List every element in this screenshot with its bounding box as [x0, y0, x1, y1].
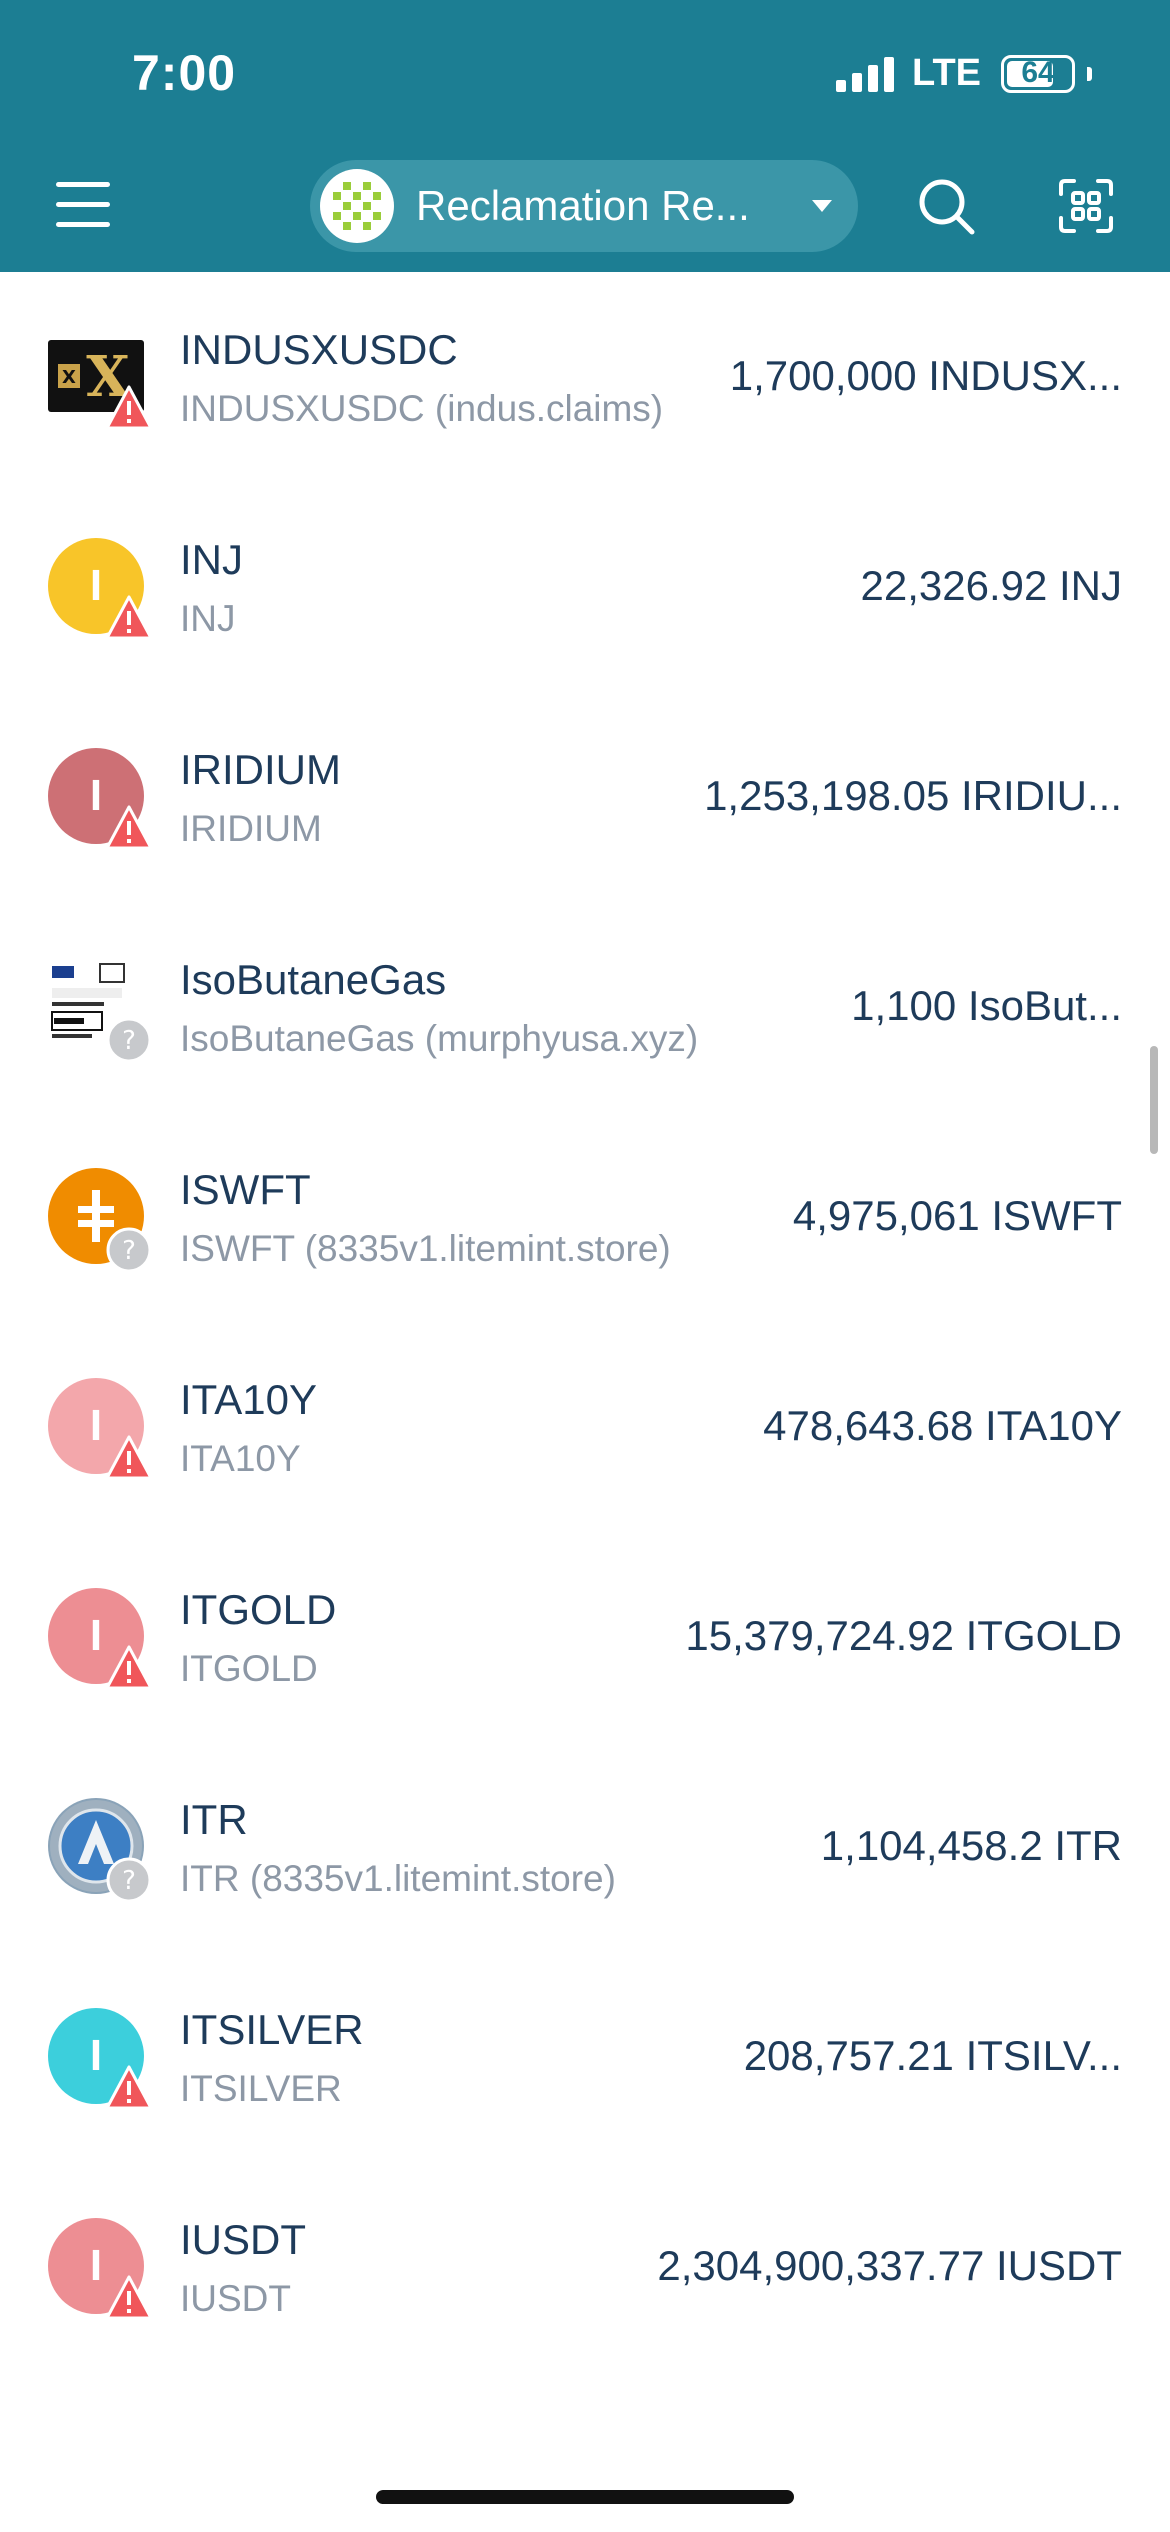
search-button[interactable] — [916, 176, 976, 236]
token-row-itgold[interactable]: I ITGOLD ITGOLD 15,379,724.92 ITGOLD — [0, 1532, 1170, 1742]
svg-text:?: ? — [122, 1026, 136, 1056]
status-indicators: LTE 64 — [836, 52, 1092, 95]
chevron-down-icon — [812, 200, 832, 212]
token-row-iusdt[interactable]: I IUSDT IUSDT 2,304,900,337.77 IUSDT — [0, 2162, 1170, 2372]
token-subtitle: ITSILVER — [180, 2068, 342, 2109]
home-indicator[interactable] — [376, 2490, 794, 2504]
token-subtitle: IsoButaneGas (murphyusa.xyz) — [180, 1018, 699, 1059]
network-type: LTE — [912, 52, 981, 94]
token-subtitle: ITGOLD — [180, 1648, 318, 1689]
token-symbol: ISWFT — [180, 1166, 311, 1213]
token-balance: 1,100 IsoBut... — [851, 982, 1122, 1029]
token-balance: 1,253,198.05 IRIDIU... — [704, 772, 1122, 819]
battery-tip — [1087, 66, 1092, 81]
token-symbol: IsoButaneGas — [180, 956, 447, 1003]
warning-icon — [105, 805, 153, 850]
scan-button[interactable] — [1058, 178, 1114, 234]
question-icon: ? — [106, 1017, 152, 1063]
qr-scan-icon — [1059, 179, 1113, 233]
battery-icon: 64 — [1001, 54, 1075, 93]
warning-icon — [105, 1645, 153, 1690]
token-symbol: ITA10Y — [180, 1376, 317, 1423]
warning-icon — [105, 2065, 153, 2110]
token-row-inj[interactable]: I INJ INJ 22,326.92 INJ — [0, 482, 1170, 692]
token-subtitle: ITR (8335v1.litemint.store) — [180, 1858, 616, 1899]
account-avatar — [320, 169, 394, 243]
token-subtitle: ITA10Y — [180, 1438, 301, 1479]
top-bar: 7:00 LTE 64 Reclamation Re... — [0, 0, 1170, 272]
token-row-itsilver[interactable]: I ITSILVER ITSILVER 208,757.21 ITSILV... — [0, 1952, 1170, 2162]
question-icon: ? — [106, 1227, 152, 1273]
pixel-avatar-icon — [333, 182, 381, 230]
scrollbar[interactable] — [1150, 1046, 1158, 1154]
token-symbol: ITSILVER — [180, 2006, 364, 2053]
status-time: 7:00 — [132, 45, 237, 101]
svg-text:X: X — [62, 367, 76, 388]
token-symbol: IUSDT — [180, 2216, 306, 2263]
warning-icon — [105, 2275, 153, 2320]
token-row-iswft[interactable]: ? ISWFT ISWFT (8335v1.litemint.store) 4,… — [0, 1112, 1170, 1322]
svg-text:?: ? — [122, 1236, 136, 1266]
cellular-signal-icon — [836, 56, 895, 92]
search-icon — [919, 179, 975, 235]
token-subtitle: INDUSXUSDC (indus.claims) — [180, 388, 664, 429]
token-balance: 4,975,061 ISWFT — [792, 1192, 1122, 1239]
token-row-iridium[interactable]: I IRIDIUM IRIDIUM 1,253,198.05 IRIDIU... — [0, 692, 1170, 902]
token-balance: 478,643.68 ITA10Y — [763, 1402, 1122, 1449]
token-symbol: IRIDIUM — [180, 746, 341, 793]
token-subtitle: IRIDIUM — [180, 808, 322, 849]
token-symbol: ITGOLD — [180, 1586, 337, 1633]
token-symbol: ITR — [180, 1796, 248, 1843]
svg-text:?: ? — [122, 1866, 136, 1896]
token-balance: 1,104,458.2 ITR — [820, 1822, 1122, 1869]
account-selector[interactable]: Reclamation Re... — [310, 160, 858, 252]
battery-level: 64 — [1021, 55, 1055, 89]
token-balance: 208,757.21 ITSILV... — [743, 2032, 1122, 2079]
token-subtitle: INJ — [180, 598, 236, 639]
token-balance: 1,700,000 INDUSX... — [729, 352, 1122, 399]
token-subtitle: IUSDT — [180, 2278, 291, 2319]
account-name: Reclamation Re... — [416, 182, 750, 229]
token-balance: 2,304,900,337.77 IUSDT — [657, 2242, 1122, 2289]
token-symbol: INDUSXUSDC — [180, 326, 458, 373]
token-row-ita10y[interactable]: I ITA10Y ITA10Y 478,643.68 ITA10Y — [0, 1322, 1170, 1532]
warning-icon — [105, 385, 153, 430]
warning-icon — [105, 1435, 153, 1480]
token-subtitle: ISWFT (8335v1.litemint.store) — [180, 1228, 671, 1269]
warning-icon — [105, 595, 153, 640]
question-icon: ? — [106, 1857, 152, 1903]
token-row-itr[interactable]: ? ITR ITR (8335v1.litemint.store) 1,104,… — [0, 1742, 1170, 1952]
token-symbol: INJ — [180, 536, 243, 583]
token-row-isobutanegas[interactable]: ? IsoButaneGas IsoButaneGas (murphyusa.x… — [0, 902, 1170, 1112]
token-list: X X INDUSXUSDC INDUSXUSDC (indus.claims)… — [0, 272, 1170, 2372]
token-balance: 15,379,724.92 ITGOLD — [685, 1612, 1122, 1659]
token-balance: 22,326.92 INJ — [860, 562, 1122, 609]
token-row-indusxusdc[interactable]: X X INDUSXUSDC INDUSXUSDC (indus.claims)… — [0, 272, 1170, 482]
menu-button[interactable] — [52, 180, 114, 230]
